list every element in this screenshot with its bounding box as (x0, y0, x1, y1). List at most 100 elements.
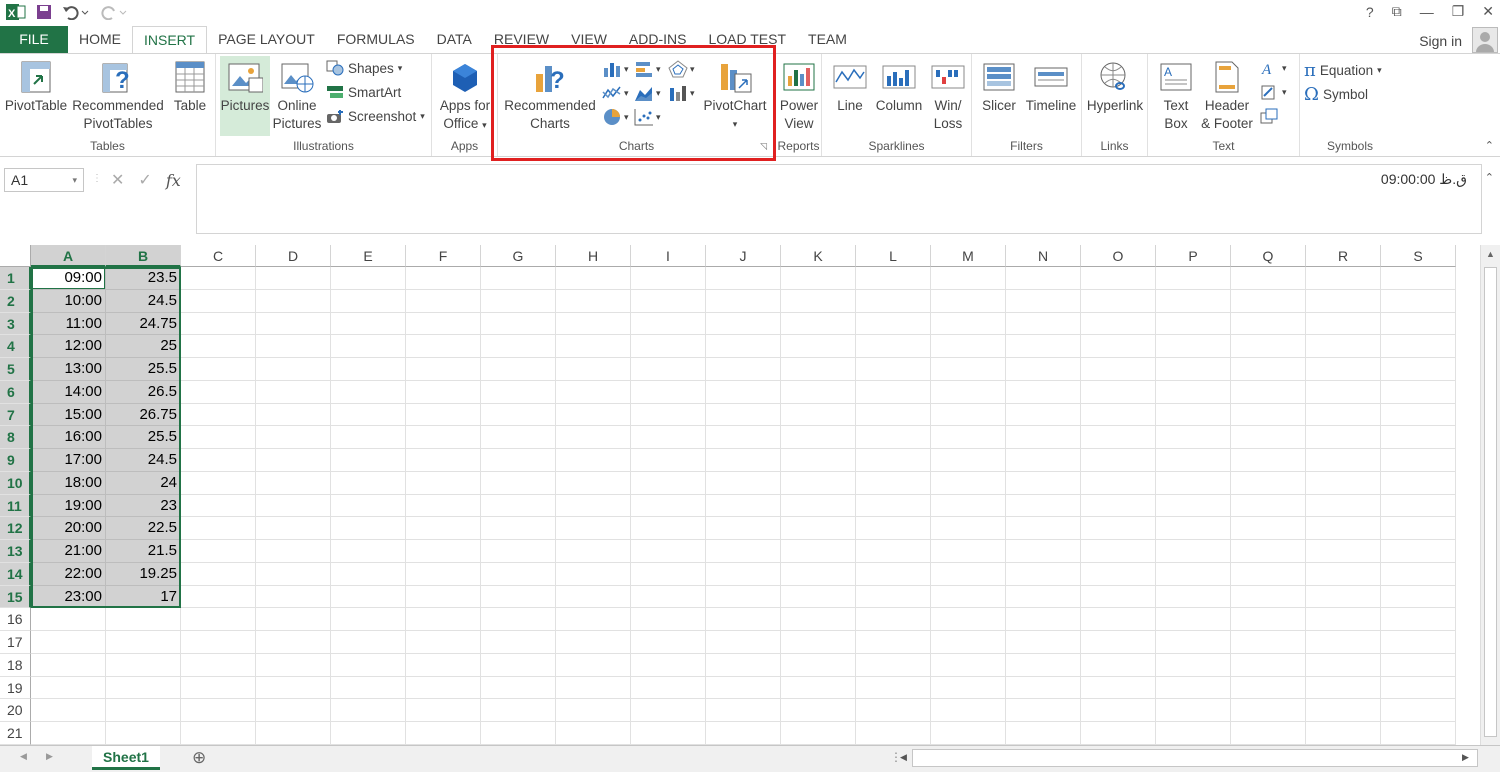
cell-m6[interactable] (931, 380, 1006, 404)
row-header[interactable]: 18 (0, 653, 31, 677)
object-button[interactable] (1260, 108, 1278, 124)
cell-l1[interactable] (856, 267, 931, 290)
cell-d6[interactable] (256, 380, 331, 404)
column-header-k[interactable]: K (781, 245, 856, 267)
cell-r5[interactable] (1306, 358, 1381, 381)
cell-r12[interactable] (1306, 517, 1381, 540)
row-header[interactable]: 21 (0, 722, 31, 745)
cell-i15[interactable] (631, 585, 706, 609)
cell-h14[interactable] (556, 562, 631, 586)
cell-h19[interactable] (556, 676, 631, 700)
cell-i16[interactable] (631, 608, 706, 631)
column-header-j[interactable]: J (706, 245, 781, 267)
cell-f3[interactable] (406, 312, 481, 336)
column-header-a[interactable]: A (31, 245, 106, 267)
row-header[interactable]: 12 (0, 517, 31, 540)
cell-l15[interactable] (856, 585, 931, 609)
cell-q8[interactable] (1231, 426, 1306, 449)
column-header-o[interactable]: O (1081, 245, 1156, 267)
cell-j8[interactable] (706, 426, 781, 449)
power-view-button[interactable]: Power View (778, 60, 820, 133)
tab-home[interactable]: HOME (68, 26, 132, 53)
cell-f16[interactable] (406, 608, 481, 631)
insert-function-icon[interactable]: fx (166, 171, 181, 190)
cell-a9[interactable]: 17:00 (31, 449, 106, 472)
cell-k1[interactable] (781, 267, 856, 290)
cell-n10[interactable] (1006, 471, 1081, 495)
cell-f4[interactable] (406, 335, 481, 358)
cell-j4[interactable] (706, 335, 781, 358)
save-icon[interactable] (36, 4, 52, 20)
cell-j1[interactable] (706, 267, 781, 290)
cell-i9[interactable] (631, 449, 706, 472)
cell-s4[interactable] (1381, 335, 1456, 358)
cell-n8[interactable] (1006, 426, 1081, 449)
restore-button[interactable]: ❐ (1452, 3, 1465, 20)
cell-i6[interactable] (631, 380, 706, 404)
cell-s10[interactable] (1381, 471, 1456, 495)
cell-g10[interactable] (481, 471, 556, 495)
cell-p11[interactable] (1156, 494, 1231, 518)
cell-o10[interactable] (1081, 471, 1156, 495)
cell-l20[interactable] (856, 699, 931, 722)
undo-icon[interactable] (62, 4, 90, 20)
cell-k14[interactable] (781, 562, 856, 586)
cell-o7[interactable] (1081, 403, 1156, 427)
cell-p19[interactable] (1156, 676, 1231, 700)
cell-n12[interactable] (1006, 517, 1081, 540)
cell-f8[interactable] (406, 426, 481, 449)
cell-j11[interactable] (706, 494, 781, 518)
cell-f19[interactable] (406, 676, 481, 700)
cell-d19[interactable] (256, 676, 331, 700)
row-header[interactable]: 2 (0, 289, 31, 313)
cell-h8[interactable] (556, 426, 631, 449)
cell-c21[interactable] (181, 722, 256, 745)
cell-o21[interactable] (1081, 722, 1156, 745)
cell-d8[interactable] (256, 426, 331, 449)
header-footer-button[interactable]: Header & Footer (1198, 60, 1256, 133)
cell-i11[interactable] (631, 494, 706, 518)
tab-team[interactable]: TEAM (797, 26, 858, 53)
cell-r7[interactable] (1306, 403, 1381, 427)
cell-a21[interactable] (31, 722, 106, 745)
cell-f9[interactable] (406, 449, 481, 472)
cell-h1[interactable] (556, 267, 631, 290)
cell-q21[interactable] (1231, 722, 1306, 745)
cell-e3[interactable] (331, 312, 406, 336)
symbol-button[interactable]: Ω Symbol (1304, 84, 1368, 105)
cell-e8[interactable] (331, 426, 406, 449)
cell-s6[interactable] (1381, 380, 1456, 404)
table-button[interactable]: Table (170, 60, 210, 115)
pictures-button[interactable]: Pictures (220, 56, 270, 136)
cell-k15[interactable] (781, 585, 856, 609)
cell-d7[interactable] (256, 403, 331, 427)
cell-g3[interactable] (481, 312, 556, 336)
cell-p12[interactable] (1156, 517, 1231, 540)
sign-in-link[interactable]: Sign in (1419, 33, 1462, 49)
cell-e7[interactable] (331, 403, 406, 427)
column-header-n[interactable]: N (1006, 245, 1081, 267)
cell-d1[interactable] (256, 267, 331, 290)
cell-h18[interactable] (556, 653, 631, 677)
cell-s12[interactable] (1381, 517, 1456, 540)
cell-q6[interactable] (1231, 380, 1306, 404)
cell-f11[interactable] (406, 494, 481, 518)
cell-r19[interactable] (1306, 676, 1381, 700)
cell-b4[interactable]: 25 (106, 335, 181, 358)
smartart-button[interactable]: SmartArt (326, 84, 401, 100)
cell-i19[interactable] (631, 676, 706, 700)
row-header[interactable]: 20 (0, 699, 31, 722)
cell-l2[interactable] (856, 289, 931, 313)
formula-input[interactable]: 09:00:00 ق.ظ (196, 164, 1482, 234)
ribbon-display-icon[interactable]: ⧉ (1392, 3, 1402, 20)
cell-n6[interactable] (1006, 380, 1081, 404)
cell-i18[interactable] (631, 653, 706, 677)
cell-s14[interactable] (1381, 562, 1456, 586)
cell-g16[interactable] (481, 608, 556, 631)
cell-b7[interactable]: 26.75 (106, 403, 181, 427)
cell-p10[interactable] (1156, 471, 1231, 495)
recommended-pivottables-button[interactable]: ? Recommended PivotTables (70, 60, 166, 133)
cell-l5[interactable] (856, 358, 931, 381)
cell-i20[interactable] (631, 699, 706, 722)
column-header-i[interactable]: I (631, 245, 706, 267)
